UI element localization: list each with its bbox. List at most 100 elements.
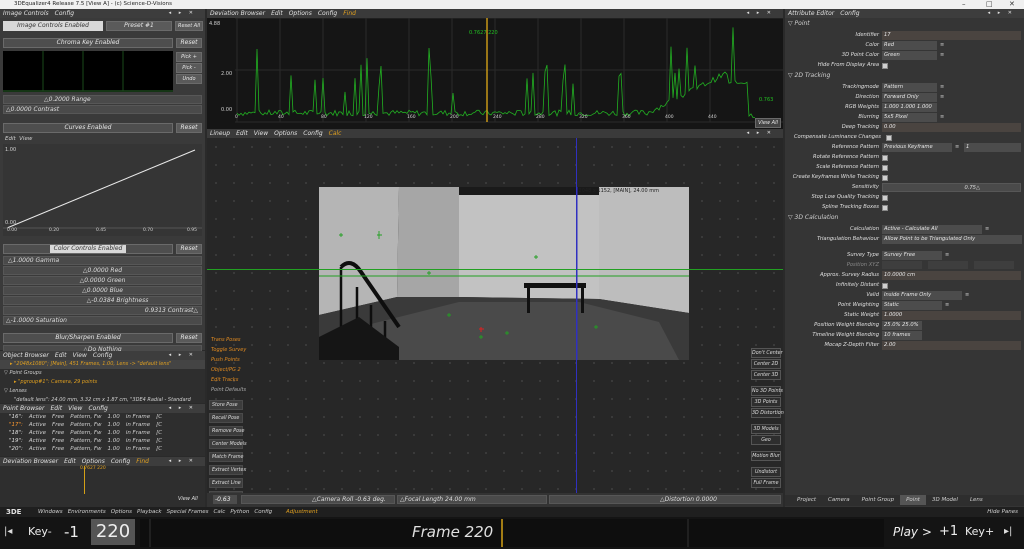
tool-button[interactable]: Edit Tracks (209, 375, 243, 385)
position-xyz-field[interactable] (974, 261, 1014, 269)
vp-view-menu[interactable]: View (254, 130, 268, 137)
attr-dropdown[interactable]: Green (882, 51, 937, 60)
pose-tool-button[interactable]: Store Pose (209, 400, 243, 410)
attr-dropdown[interactable]: Survey Free (882, 251, 942, 260)
attr-tab-project[interactable]: Project (791, 495, 822, 505)
section-header[interactable]: ▽ 3D Calculation (788, 213, 838, 222)
vp-config-menu[interactable]: Config (303, 130, 322, 137)
display-toggle-button[interactable]: 3D Models (751, 424, 781, 434)
ob-view-menu[interactable]: View (73, 352, 87, 359)
menu-options[interactable]: Options (111, 509, 132, 515)
camera-roll-slider[interactable]: △Camera Roll -0.63 deg. (241, 495, 395, 504)
checkbox[interactable] (882, 174, 888, 181)
chroma-reset-button[interactable]: Reset (176, 38, 202, 48)
contrast-color-slider[interactable]: 0.9313 Contrast△ (3, 306, 202, 315)
attr-value-field[interactable]: 0.00 (882, 123, 1021, 132)
attr-tab-camera[interactable]: Camera (822, 495, 856, 505)
color-controls-toggle[interactable]: Color Controls Enabled (3, 244, 173, 254)
image-controls-enabled-toggle[interactable]: Image Controls Enabled (3, 21, 103, 31)
pick-minus-button[interactable]: Pick - (176, 63, 202, 73)
blur-reset-button[interactable]: Reset (176, 333, 202, 343)
calc-menu[interactable]: Calc (329, 130, 342, 137)
reset-all-button[interactable]: Reset All (175, 21, 203, 31)
attr-dropdown[interactable]: Forward Only (882, 93, 937, 102)
vp-edit-menu[interactable]: Edit (236, 130, 248, 137)
point-row[interactable]: "19": Active Free Pattern, Fw 1.00 in Frame [C (6, 437, 165, 445)
pose-tool-button[interactable]: Recall Pose (209, 413, 243, 423)
menu-calc[interactable]: Calc (214, 509, 226, 515)
green-slider[interactable]: △0.0000 Green (3, 276, 202, 285)
chroma-key-toggle[interactable]: Chroma Key Enabled (3, 38, 173, 48)
dev-config-menu[interactable]: Config (318, 10, 337, 17)
attr-value-field[interactable]: 1.0000 (882, 311, 1021, 320)
footage-image[interactable]: 2048 x 1152, [MAIN], 24.00 mm (319, 187, 689, 360)
attr-dropdown[interactable]: Pattern (882, 83, 937, 92)
tool-button[interactable]: Toggle Survey (209, 345, 246, 355)
ob-edit-menu[interactable]: Edit (55, 352, 67, 359)
point-groups-row[interactable]: ▽ Point Groups (0, 369, 205, 378)
pgroup-row[interactable]: ▸ "pgroup#1": Camera, 29 points (0, 378, 205, 387)
pb-config-menu[interactable]: Config (88, 405, 107, 412)
point-row[interactable]: "17": Active Free Pattern, Fw 1.00 in Frame [C (6, 421, 165, 429)
blur-sharpen-toggle[interactable]: Blur/Sharpen Enabled (3, 333, 173, 343)
checkbox[interactable] (882, 204, 888, 211)
brightness-slider[interactable]: △-0.0384 Brightness (3, 296, 202, 305)
pose-tool-button[interactable]: Remove Pose (209, 426, 244, 436)
gamma-slider[interactable]: △1.0000 Gamma (3, 256, 202, 265)
display-toggle-button[interactable]: Motion Blur (751, 451, 781, 461)
display-toggle-button[interactable]: Full Frame (751, 478, 781, 488)
frame-number-field[interactable]: 220 (91, 519, 135, 545)
dev-edit-menu[interactable]: Edit (271, 10, 283, 17)
curves-view-menu[interactable]: View (19, 136, 32, 142)
color-reset-button[interactable]: Reset (176, 244, 202, 254)
point-row[interactable]: "16": Active Free Pattern, Fw 1.00 in Frame [C (6, 413, 165, 421)
pose-tool-button[interactable]: Extract Vertex (209, 465, 246, 475)
attr-tab-point[interactable]: Point (900, 495, 926, 505)
key-plus-button[interactable]: Key+ (965, 522, 994, 542)
step-back-button[interactable]: -1 (64, 520, 79, 544)
attr-dropdown[interactable]: Allow Point to be Triangulated Only (882, 235, 1022, 244)
point-row[interactable]: "18": Active Free Pattern, Fw 1.00 in Frame [C (6, 429, 165, 437)
pose-tool-button[interactable]: Extract Line (209, 478, 243, 488)
ae-config-menu[interactable]: Config (840, 10, 859, 17)
tool-button[interactable]: Push Points (209, 355, 243, 365)
checkbox[interactable] (882, 194, 888, 201)
minimize-button[interactable]: – (962, 0, 966, 9)
menu-config[interactable]: Config (254, 509, 272, 515)
sensitivity-slider[interactable]: 0.75△ (882, 183, 1021, 192)
undo-button[interactable]: Undo (176, 74, 202, 84)
menu-environments[interactable]: Environments (68, 509, 106, 515)
pb-edit-menu[interactable]: Edit (50, 405, 62, 412)
dev-small-options-menu[interactable]: Options (82, 458, 105, 465)
attr-dropdown[interactable]: Inside Frame Only (882, 291, 962, 300)
curves-graph[interactable]: 1.00 0.00 0.00 0.20 0.45 0.70 0.95 (3, 144, 202, 236)
step-forward-button[interactable]: +1 (939, 522, 958, 542)
close-button[interactable]: ✕ (1009, 0, 1015, 9)
checkbox[interactable] (882, 154, 888, 161)
saturation-slider[interactable]: △-1.0000 Saturation (3, 316, 202, 325)
attr-dropdown[interactable]: Static (882, 301, 942, 310)
view-all-button[interactable]: View All (755, 118, 781, 128)
attr-dropdown[interactable]: Red (882, 41, 937, 50)
config-menu[interactable]: Config (55, 10, 74, 17)
attr-tab-lens[interactable]: Lens (964, 495, 989, 505)
distortion-slider[interactable]: △Distortion 0.0000 (549, 495, 781, 504)
adjustment-menu[interactable]: Adjustment (286, 507, 318, 517)
red-slider[interactable]: △0.0000 Red (3, 266, 202, 275)
checkbox[interactable] (882, 164, 888, 171)
position-xyz-field[interactable] (882, 261, 922, 269)
section-header[interactable]: ▽ 2D Tracking (788, 71, 830, 80)
vp-options-menu[interactable]: Options (274, 130, 297, 137)
attr-value-field[interactable]: 1.000 1.000 1.000 (882, 103, 937, 112)
attr-dropdown[interactable]: 5x5 Pixel (882, 113, 937, 122)
dev-small-config-menu[interactable]: Config (111, 458, 130, 465)
contrast-slider[interactable]: △0.0000 Contrast (3, 105, 202, 114)
curves-toggle[interactable]: Curves Enabled (3, 123, 173, 133)
display-toggle-button[interactable]: Geo (751, 435, 781, 445)
camera-row[interactable]: ▸ "2048x1080"; [Main], 451 Frames, 1.00,… (0, 360, 205, 369)
play-button[interactable]: Play > (893, 522, 932, 542)
menu-python[interactable]: Python (230, 509, 249, 515)
attr-value-field[interactable]: 10 frames (882, 331, 922, 340)
attr-tab-point-group[interactable]: Point Group (856, 495, 900, 505)
range-slider[interactable]: △0.2000 Range (3, 95, 202, 104)
